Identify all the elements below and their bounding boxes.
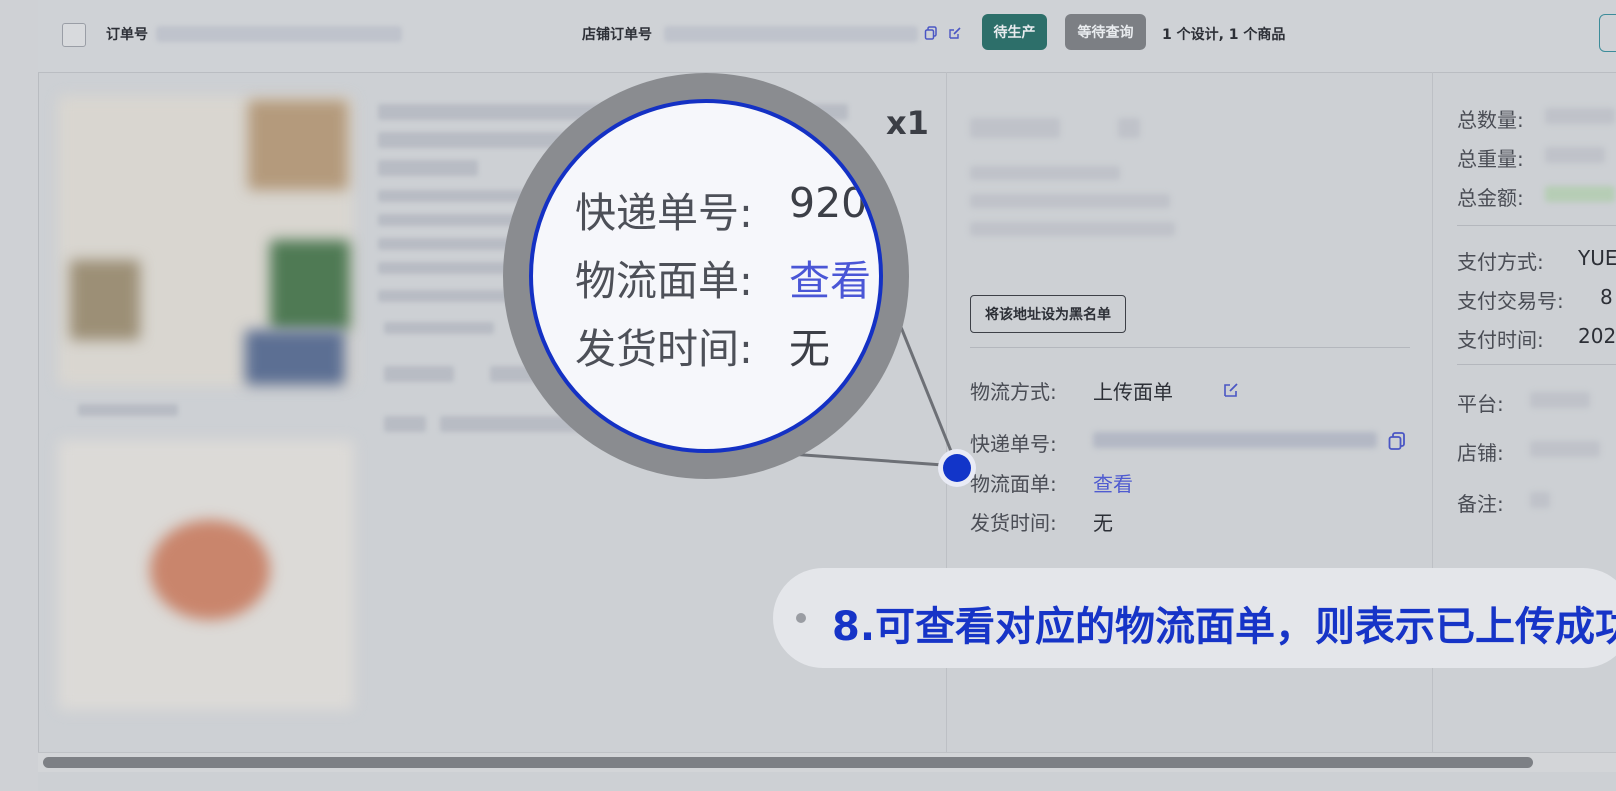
magnified-ship-time-value: 无 (789, 325, 830, 373)
blacklist-address-button[interactable]: 将该地址设为黑名单 (970, 295, 1126, 333)
payment-txn-value: 8 (1600, 285, 1613, 309)
product-title-redacted (378, 160, 478, 176)
product-image-detail (248, 100, 348, 190)
copy-tracking-icon[interactable] (1387, 431, 1407, 451)
magnified-view-link: 查看 (789, 257, 871, 305)
copy-icon[interactable] (924, 26, 938, 40)
payment-method-label: 支付方式: (1457, 250, 1544, 274)
header-action-button[interactable] (1599, 14, 1616, 52)
product-spec-redacted (384, 416, 426, 432)
logistics-method-label: 物流方式: (970, 380, 1057, 404)
recipient-copy-icon[interactable] (1118, 118, 1140, 138)
label-sheet-label: 物流面单: (970, 472, 1057, 496)
product-image-detail (70, 260, 140, 340)
pointer-dot-marker (938, 449, 976, 487)
tracking-no-value-redacted (1093, 432, 1377, 448)
order-no-value-redacted (156, 26, 402, 42)
total-weight-value-redacted (1545, 147, 1605, 163)
product-quantity: x1 (886, 104, 929, 142)
design-image-detail (150, 520, 270, 620)
product-image-detail (245, 330, 345, 385)
section-divider (1457, 364, 1616, 365)
product-image-detail (270, 240, 350, 330)
magnifier-lens: 快递单号: 9200 物流面单: 查看 发货时间: 无 (529, 99, 883, 453)
address-line-redacted (970, 222, 1175, 236)
status-badge-awaiting-query: 等待查询 (1065, 14, 1146, 50)
remark-value-redacted (1530, 492, 1550, 508)
remark-label: 备注: (1457, 492, 1504, 516)
shop-order-no-label: 店铺订单号 (582, 27, 652, 43)
order-select-checkbox[interactable] (62, 23, 86, 47)
shop-value-redacted (1530, 441, 1600, 457)
address-line-redacted (970, 194, 1170, 208)
payment-method-value: YUE (1578, 246, 1616, 270)
edit-logistics-icon[interactable] (1222, 381, 1240, 399)
design-item-count: 1 个设计, 1 个商品 (1162, 27, 1286, 43)
ship-time-value: 无 (1093, 511, 1113, 535)
section-divider (1457, 225, 1616, 226)
caption-bullet-icon (796, 613, 806, 623)
product-spec-redacted (384, 366, 454, 382)
total-qty-value-redacted (1545, 108, 1615, 124)
total-amount-value-redacted (1545, 186, 1615, 202)
magnified-ship-time-label: 发货时间: (575, 325, 753, 373)
order-no-label: 订单号 (106, 27, 148, 43)
shop-label: 店铺: (1457, 441, 1504, 465)
logistics-method-value: 上传面单 (1093, 380, 1173, 404)
total-amount-label: 总金额: (1457, 186, 1524, 210)
tracking-no-label: 快递单号: (970, 432, 1057, 456)
edit-icon[interactable] (948, 26, 962, 40)
tutorial-caption-text: 8.可查看对应的物流面单，则表示已上传成功 (832, 604, 1616, 650)
ship-time-label: 发货时间: (970, 511, 1057, 535)
payment-time-label: 支付时间: (1457, 328, 1544, 352)
horizontal-scrollbar-thumb[interactable] (43, 757, 1533, 768)
payment-time-value: 202 (1578, 324, 1616, 348)
magnified-tracking-value: 9200 (789, 179, 883, 227)
recipient-name-redacted (970, 118, 1060, 138)
magnified-tracking-label: 快递单号: (575, 189, 753, 237)
bottom-strip (38, 772, 1616, 791)
view-label-sheet-link[interactable]: 查看 (1093, 468, 1133, 497)
shop-order-no-value-redacted (664, 26, 918, 42)
status-badge-pending-production: 待生产 (982, 14, 1047, 50)
address-line-redacted (970, 166, 1120, 180)
section-divider (970, 347, 1410, 348)
product-detail-redacted (384, 322, 494, 334)
platform-value-redacted (1530, 392, 1590, 408)
total-qty-label: 总数量: (1457, 108, 1524, 132)
payment-txn-label: 支付交易号: (1457, 289, 1564, 313)
image-caption-redacted (78, 404, 178, 416)
magnified-label-sheet-label: 物流面单: (575, 257, 753, 305)
total-weight-label: 总重量: (1457, 147, 1524, 171)
platform-label: 平台: (1457, 392, 1504, 416)
